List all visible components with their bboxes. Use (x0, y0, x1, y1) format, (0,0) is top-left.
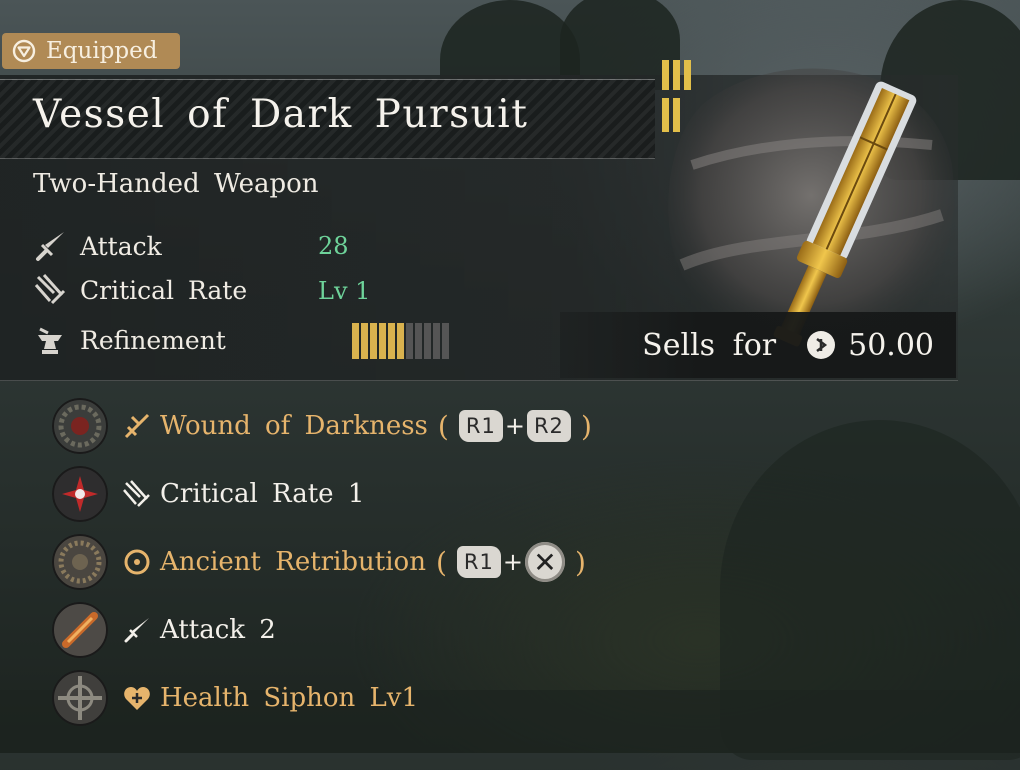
combo-close-paren: ) (575, 545, 586, 579)
refinement-segment-empty (415, 323, 422, 359)
skill-row: Attack 2 (52, 600, 276, 660)
button-prompt-r1: R1 (458, 410, 503, 442)
bronze-gear-orb (52, 534, 108, 590)
combo-plus: + (502, 548, 523, 576)
button-prompt-r2: R2 (526, 410, 571, 442)
sword-icon (36, 232, 64, 261)
slash-skill-icon (124, 413, 150, 439)
skill-row: Critical Rate 1 (52, 464, 364, 524)
critical-slash-icon (123, 480, 150, 507)
refinement-segment-filled (388, 323, 395, 359)
skill-name: Health Siphon Lv1 (160, 683, 419, 713)
refinement-segment-empty (424, 323, 431, 359)
stat-label-refinement: Refinement (80, 325, 226, 355)
stat-row-critical-rate: Critical Rate (34, 272, 247, 308)
item-name: Vessel of Dark Pursuit (33, 92, 529, 137)
dark-gear-orb (52, 398, 108, 454)
refinement-segment-filled (361, 323, 368, 359)
skill-name: Critical Rate 1 (160, 479, 365, 509)
item-type: Two-Handed Weapon (33, 169, 319, 199)
sword-icon (124, 618, 149, 643)
equipped-badge: Equipped (2, 33, 180, 69)
stat-row-attack: Attack (34, 228, 162, 264)
circle-target-icon (124, 549, 150, 575)
coin-icon (807, 331, 836, 359)
refinement-segment-filled (379, 323, 386, 359)
skill-row: Ancient Retribution ( R1 + ✕ ) (52, 532, 596, 592)
skill-row: Health Siphon Lv1 (52, 668, 418, 728)
sell-price: Sells for 50.00 (560, 312, 956, 378)
combo-open-paren: ( (435, 545, 447, 579)
combo-plus: + (504, 412, 525, 440)
stat-row-refinement: Refinement (34, 322, 226, 358)
compass-orb (52, 670, 108, 726)
skill-name: Wound of Darkness (160, 411, 428, 441)
refinement-bar (352, 323, 449, 359)
sell-value: 50.00 (848, 327, 934, 363)
refinement-segment-empty (406, 323, 413, 359)
refinement-segment-filled (397, 323, 404, 359)
stat-value-attack: 28 (318, 232, 349, 260)
skill-name: Attack 2 (160, 615, 276, 645)
heart-plus-icon (124, 687, 150, 710)
refinement-segment-empty (442, 323, 449, 359)
skill-name: Ancient Retribution (160, 547, 426, 577)
skill-row: Wound of Darkness ( R1 + R2 ) (52, 396, 602, 456)
refinement-segment-empty (433, 323, 440, 359)
stat-value-critical-rate: Lv 1 (318, 277, 371, 305)
anvil-icon (38, 327, 62, 354)
refinement-segment-filled (370, 323, 377, 359)
refinement-segment-filled (352, 323, 359, 359)
flame-blade-orb (52, 602, 108, 658)
stat-label-critical-rate: Critical Rate (80, 275, 248, 305)
combo-close-paren: ) (580, 409, 592, 443)
sell-label: Sells for (642, 327, 777, 363)
red-spark-orb (52, 466, 108, 522)
triangle-badge-icon (12, 39, 36, 63)
combo-open-paren: ( (437, 409, 449, 443)
critical-slash-icon (34, 273, 66, 305)
stat-label-attack: Attack (80, 231, 162, 261)
button-prompt-cross: ✕ (525, 542, 565, 582)
button-prompt-r1: R1 (456, 546, 501, 578)
equipped-label: Equipped (46, 38, 158, 64)
